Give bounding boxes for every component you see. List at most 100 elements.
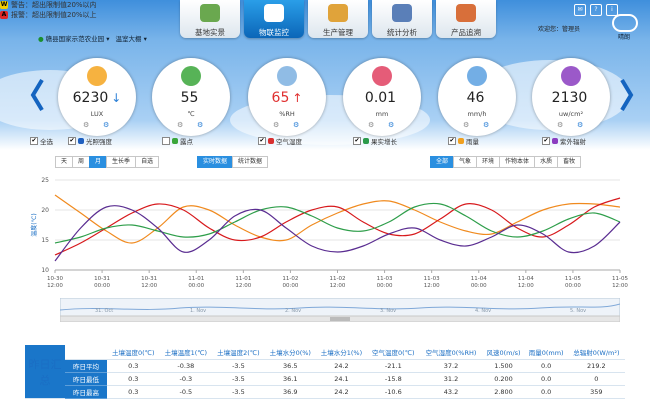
sensor-label: 紫外辐射 bbox=[560, 138, 586, 146]
gear-icon[interactable]: ⚙ bbox=[463, 121, 469, 129]
checkbox-box[interactable] bbox=[162, 137, 170, 145]
settings-icon[interactable]: ⚙ bbox=[197, 121, 203, 129]
welcome-text: 欢迎您：管理员 bbox=[538, 26, 581, 33]
sensor-checkbox[interactable]: ✔ 光照强度 bbox=[68, 136, 112, 146]
next-arrow-button[interactable] bbox=[620, 78, 634, 112]
sensor-card[interactable]: 65 ↑ %RH ⚙ ⚙ bbox=[248, 58, 326, 136]
select-all-checkbox[interactable]: ✔ 全选 bbox=[30, 136, 53, 146]
mode-tab-1[interactable]: 统计数据 bbox=[232, 156, 269, 168]
x-tick-label: 11-04 12:00 bbox=[518, 276, 534, 289]
camera-icon bbox=[264, 4, 284, 22]
mail-icon[interactable]: ✉ bbox=[574, 4, 586, 16]
category-tab-3[interactable]: 作物本体 bbox=[499, 156, 536, 168]
range-tab-4[interactable]: 自选 bbox=[135, 156, 160, 168]
mode-tab-0[interactable]: 实时数据 bbox=[197, 156, 234, 168]
checkbox-box[interactable]: ✔ bbox=[448, 137, 456, 145]
weather-label: 晴朗 bbox=[617, 34, 630, 41]
range-tab-3[interactable]: 生长季 bbox=[106, 156, 137, 168]
nav-tab-3[interactable]: 统计分析 bbox=[372, 0, 432, 38]
sensor-value-row: 0.01 bbox=[343, 90, 421, 106]
checkbox-box[interactable]: ✔ bbox=[542, 137, 550, 145]
time-range-slider[interactable]: 31. Oct 1. Nov 2. Nov 3. Nov 4. Nov 5. Nov bbox=[60, 298, 620, 322]
column-header: 土壤水分0(%) bbox=[264, 345, 316, 360]
slider-label: 3. Nov bbox=[380, 308, 396, 314]
settings-icon[interactable]: ⚙ bbox=[483, 121, 489, 129]
settings-icon[interactable]: ⚙ bbox=[103, 121, 109, 129]
sensor-card[interactable]: 0.01 mm ⚙ ⚙ bbox=[343, 58, 421, 136]
x-tick-label: 10-30 12:00 bbox=[47, 276, 63, 289]
help-icon[interactable]: ? bbox=[590, 4, 602, 16]
slider-label: 2. Nov bbox=[285, 308, 301, 314]
category-tab-1[interactable]: 气象 bbox=[453, 156, 478, 168]
prev-arrow-button[interactable] bbox=[30, 78, 44, 112]
sensor-card[interactable]: 55 ℃ ⚙ ⚙ bbox=[152, 58, 230, 136]
sensor-checkbox[interactable]: ✔ 果实增长 bbox=[353, 136, 397, 146]
gear-icon[interactable]: ⚙ bbox=[557, 121, 563, 129]
slider-label: 4. Nov bbox=[475, 308, 491, 314]
gear-icon[interactable]: ⚙ bbox=[83, 121, 89, 129]
column-header: 土壤水分1(%) bbox=[315, 345, 368, 360]
sensor-card[interactable]: 6230 ↓ LUX ⚙ ⚙ bbox=[58, 58, 136, 136]
sensor-value: 2130 bbox=[551, 90, 588, 106]
sensor-checkbox[interactable]: ✔ 空气湿度 bbox=[258, 136, 302, 146]
nav-tab-2[interactable]: 生产管理 bbox=[308, 0, 368, 38]
gear-icon[interactable]: ⚙ bbox=[368, 121, 374, 129]
x-tick-label: 11-02 12:00 bbox=[330, 276, 346, 289]
range-tab-1[interactable]: 周 bbox=[72, 156, 91, 168]
checkbox-box[interactable]: ✔ bbox=[353, 137, 361, 145]
table-cell: -0.3 bbox=[159, 372, 213, 386]
range-tab-2[interactable]: 月 bbox=[89, 156, 108, 168]
trend-arrow-icon: ↓ bbox=[111, 91, 122, 105]
nav-tab-4[interactable]: 产品追溯 bbox=[436, 0, 496, 38]
x-tick-label: 11-01 12:00 bbox=[235, 276, 251, 289]
weather-widget: 晴朗 bbox=[612, 14, 638, 41]
category-tab-5[interactable]: 畜牧 bbox=[557, 156, 582, 168]
row-label: 昨日最低 bbox=[65, 372, 107, 386]
checkbox-box[interactable]: ✔ bbox=[258, 137, 266, 145]
sensor-card[interactable]: 46 mm/h ⚙ ⚙ bbox=[438, 58, 516, 136]
table-cell: 36.9 bbox=[264, 385, 316, 399]
slider-handle[interactable] bbox=[330, 317, 350, 321]
farm-selector[interactable]: ● 赣县国家示范农业园 ▾ 温室大棚 ▾ bbox=[38, 33, 147, 43]
series-color-swatch bbox=[172, 138, 178, 144]
table-cell: 0.0 bbox=[524, 359, 568, 373]
dropdown-arrow-icon: ▾ bbox=[104, 35, 110, 43]
category-tab-2[interactable]: 环境 bbox=[476, 156, 501, 168]
table-cell: 0.3 bbox=[107, 372, 160, 386]
sensor-checkbox[interactable]: ✔ 雨量 bbox=[448, 136, 479, 146]
sensor-checkbox[interactable]: ✔ 紫外辐射 bbox=[542, 136, 586, 146]
x-tick-label: 11-04 00:00 bbox=[471, 276, 487, 289]
x-tick-label: 10-31 12:00 bbox=[141, 276, 157, 289]
sensor-card[interactable]: 2130 uw/cm² ⚙ ⚙ bbox=[532, 58, 610, 136]
sensor-value: 6230 bbox=[72, 90, 109, 106]
greenhouse-name[interactable]: 温室大棚 bbox=[116, 35, 142, 43]
settings-icon[interactable]: ⚙ bbox=[388, 121, 394, 129]
table-cell: 2.800 bbox=[482, 385, 525, 399]
category-tab-0[interactable]: 全部 bbox=[430, 156, 455, 168]
landscape-icon bbox=[200, 4, 220, 22]
category-tab-4[interactable]: 水质 bbox=[534, 156, 559, 168]
column-header: 土壤温度0(℃) bbox=[107, 345, 160, 360]
gear-icon[interactable]: ⚙ bbox=[177, 121, 183, 129]
nav-tab-label: 统计分析 bbox=[387, 28, 417, 37]
cloud-icon bbox=[612, 14, 638, 32]
checkbox-box[interactable]: ✔ bbox=[68, 137, 76, 145]
settings-icon[interactable]: ⚙ bbox=[293, 121, 299, 129]
table-cell: 43.2 bbox=[419, 385, 483, 399]
range-tabs: 天周月生长季 自选 bbox=[55, 156, 160, 168]
table-cell: 359 bbox=[567, 385, 625, 399]
nav-tab-label: 生产管理 bbox=[323, 28, 353, 37]
sensor-checkbox[interactable]: 露点 bbox=[162, 136, 193, 146]
settings-icon[interactable]: ⚙ bbox=[577, 121, 583, 129]
gear-icon[interactable]: ⚙ bbox=[273, 121, 279, 129]
nav-tab-0[interactable]: 基地实景 bbox=[180, 0, 240, 38]
checkbox-box[interactable]: ✔ bbox=[30, 137, 38, 145]
range-tab-0[interactable]: 天 bbox=[55, 156, 74, 168]
table-row: 昨日最高 0.3 -0.5 -3.5 36.9 24.2 -10.6 43.2 2.800 0.0… bbox=[25, 385, 625, 399]
location-pin-icon: ● bbox=[38, 35, 44, 43]
category-tabs: 全部 气象 环境 作物本体 水质 畜牧 bbox=[430, 156, 582, 168]
column-header: 空气湿度0(%RH) bbox=[419, 345, 483, 360]
sensor-unit: ℃ bbox=[187, 110, 195, 118]
sensor-value: 0.01 bbox=[364, 90, 397, 106]
nav-tab-1[interactable]: 物联监控 bbox=[244, 0, 304, 38]
